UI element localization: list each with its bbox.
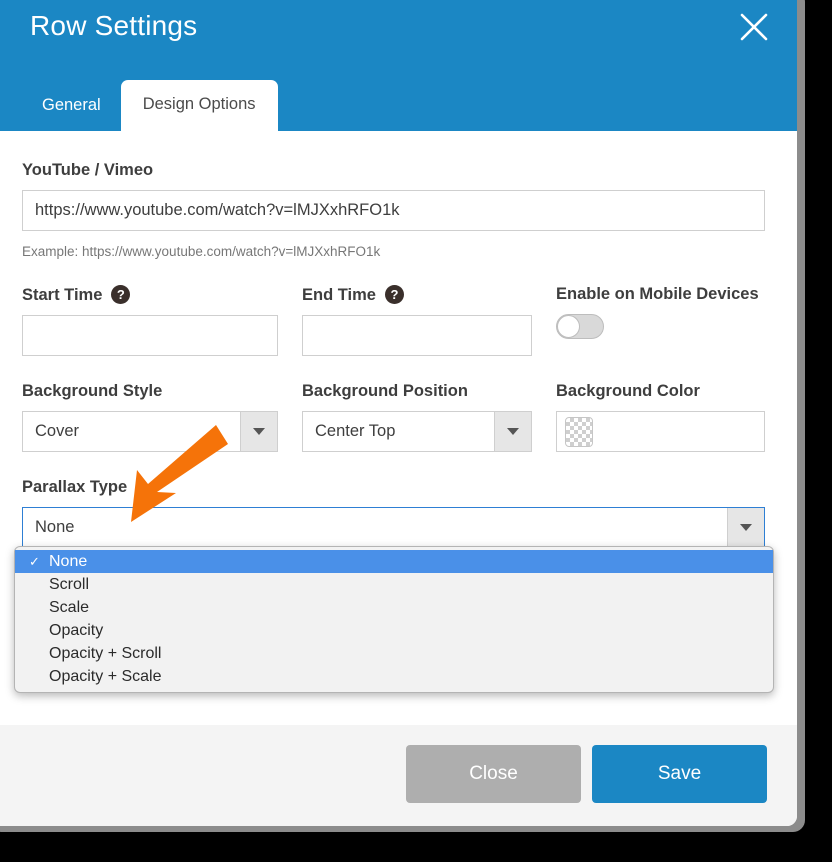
close-icon[interactable] bbox=[737, 10, 771, 44]
start-time-input[interactable] bbox=[22, 315, 278, 357]
enable-on-mobile-toggle[interactable] bbox=[556, 314, 604, 340]
field-start-time: Start Time ? bbox=[22, 285, 278, 357]
dropdown-option-opacity-scroll[interactable]: Opacity + Scroll bbox=[15, 642, 773, 665]
dropdown-option-label: Scale bbox=[49, 599, 90, 616]
start-time-label: Start Time ? bbox=[22, 285, 278, 305]
transparency-checkerboard-swatch bbox=[565, 416, 593, 447]
end-time-label: End Time ? bbox=[302, 285, 532, 305]
parallax-type-value: None bbox=[35, 518, 75, 537]
field-youtube-vimeo: YouTube / Vimeo Example: https://www.you… bbox=[22, 161, 765, 259]
youtube-vimeo-input[interactable] bbox=[22, 190, 765, 232]
dropdown-option-label: None bbox=[49, 553, 88, 570]
question-mark-icon[interactable]: ? bbox=[384, 285, 404, 305]
field-end-time: End Time ? bbox=[302, 285, 532, 357]
start-time-label-text: Start Time bbox=[22, 285, 103, 304]
enable-on-mobile-label: Enable on Mobile Devices bbox=[556, 285, 759, 304]
page-title: Row Settings bbox=[30, 10, 198, 41]
question-mark-icon[interactable]: ? bbox=[111, 285, 131, 305]
end-time-input[interactable] bbox=[302, 315, 532, 357]
background-position-value: Center Top bbox=[315, 422, 396, 441]
dropdown-option-none[interactable]: ✓ None bbox=[15, 550, 773, 573]
time-and-mobile-row: Start Time ? End Time ? Enable on Mobile… bbox=[22, 285, 765, 357]
parallax-type-label: Parallax Type bbox=[22, 478, 128, 497]
modal-footer: Close Save bbox=[0, 725, 797, 826]
field-parallax-type: Parallax Type None bbox=[22, 478, 765, 549]
background-style-select[interactable]: Cover bbox=[22, 411, 278, 453]
background-row: Background Style Cover Background Positi… bbox=[22, 382, 765, 453]
field-background-color: Background Color bbox=[556, 382, 765, 453]
end-time-label-text: End Time bbox=[302, 285, 376, 304]
dropdown-option-opacity-scale[interactable]: Opacity + Scale bbox=[15, 665, 773, 688]
toggle-knob bbox=[557, 315, 580, 339]
dropdown-option-label: Opacity bbox=[49, 622, 104, 639]
parallax-type-select[interactable]: None bbox=[22, 507, 765, 549]
chevron-down-icon bbox=[240, 412, 277, 452]
chevron-down-icon bbox=[494, 412, 531, 452]
dropdown-option-opacity[interactable]: Opacity bbox=[15, 619, 773, 642]
tab-general[interactable]: General bbox=[22, 82, 121, 131]
save-button[interactable]: Save bbox=[592, 745, 767, 803]
dropdown-option-label: Opacity + Scale bbox=[49, 668, 162, 685]
modal-header: Row Settings General Design Options bbox=[0, 0, 797, 131]
youtube-vimeo-label: YouTube / Vimeo bbox=[22, 161, 154, 179]
background-color-picker[interactable] bbox=[556, 411, 765, 453]
checkmark-icon: ✓ bbox=[29, 554, 40, 569]
dropdown-option-label: Scroll bbox=[49, 576, 90, 593]
chevron-down-icon bbox=[727, 508, 764, 548]
modal-tabs: General Design Options bbox=[22, 80, 278, 131]
dropdown-option-scroll[interactable]: Scroll bbox=[15, 573, 773, 596]
footer-buttons: Close Save bbox=[406, 745, 767, 803]
field-background-position: Background Position Center Top bbox=[302, 382, 532, 453]
field-background-style: Background Style Cover bbox=[22, 382, 278, 453]
background-color-label: Background Color bbox=[556, 382, 700, 401]
close-button[interactable]: Close bbox=[406, 745, 581, 803]
dropdown-option-label: Opacity + Scroll bbox=[49, 645, 162, 662]
background-position-select[interactable]: Center Top bbox=[302, 411, 532, 453]
field-enable-on-mobile: Enable on Mobile Devices bbox=[556, 285, 765, 356]
dropdown-option-scale[interactable]: Scale bbox=[15, 596, 773, 619]
background-position-label: Background Position bbox=[302, 382, 468, 401]
background-style-label: Background Style bbox=[22, 382, 163, 401]
parallax-type-dropdown-list[interactable]: ✓ None Scroll Scale Opacity Opacity + Sc… bbox=[14, 546, 774, 693]
tab-design-options[interactable]: Design Options bbox=[120, 80, 278, 131]
row-settings-modal: Row Settings General Design Options YouT… bbox=[0, 0, 797, 826]
background-style-value: Cover bbox=[35, 422, 80, 441]
youtube-vimeo-hint: Example: https://www.youtube.com/watch?v… bbox=[22, 244, 381, 260]
